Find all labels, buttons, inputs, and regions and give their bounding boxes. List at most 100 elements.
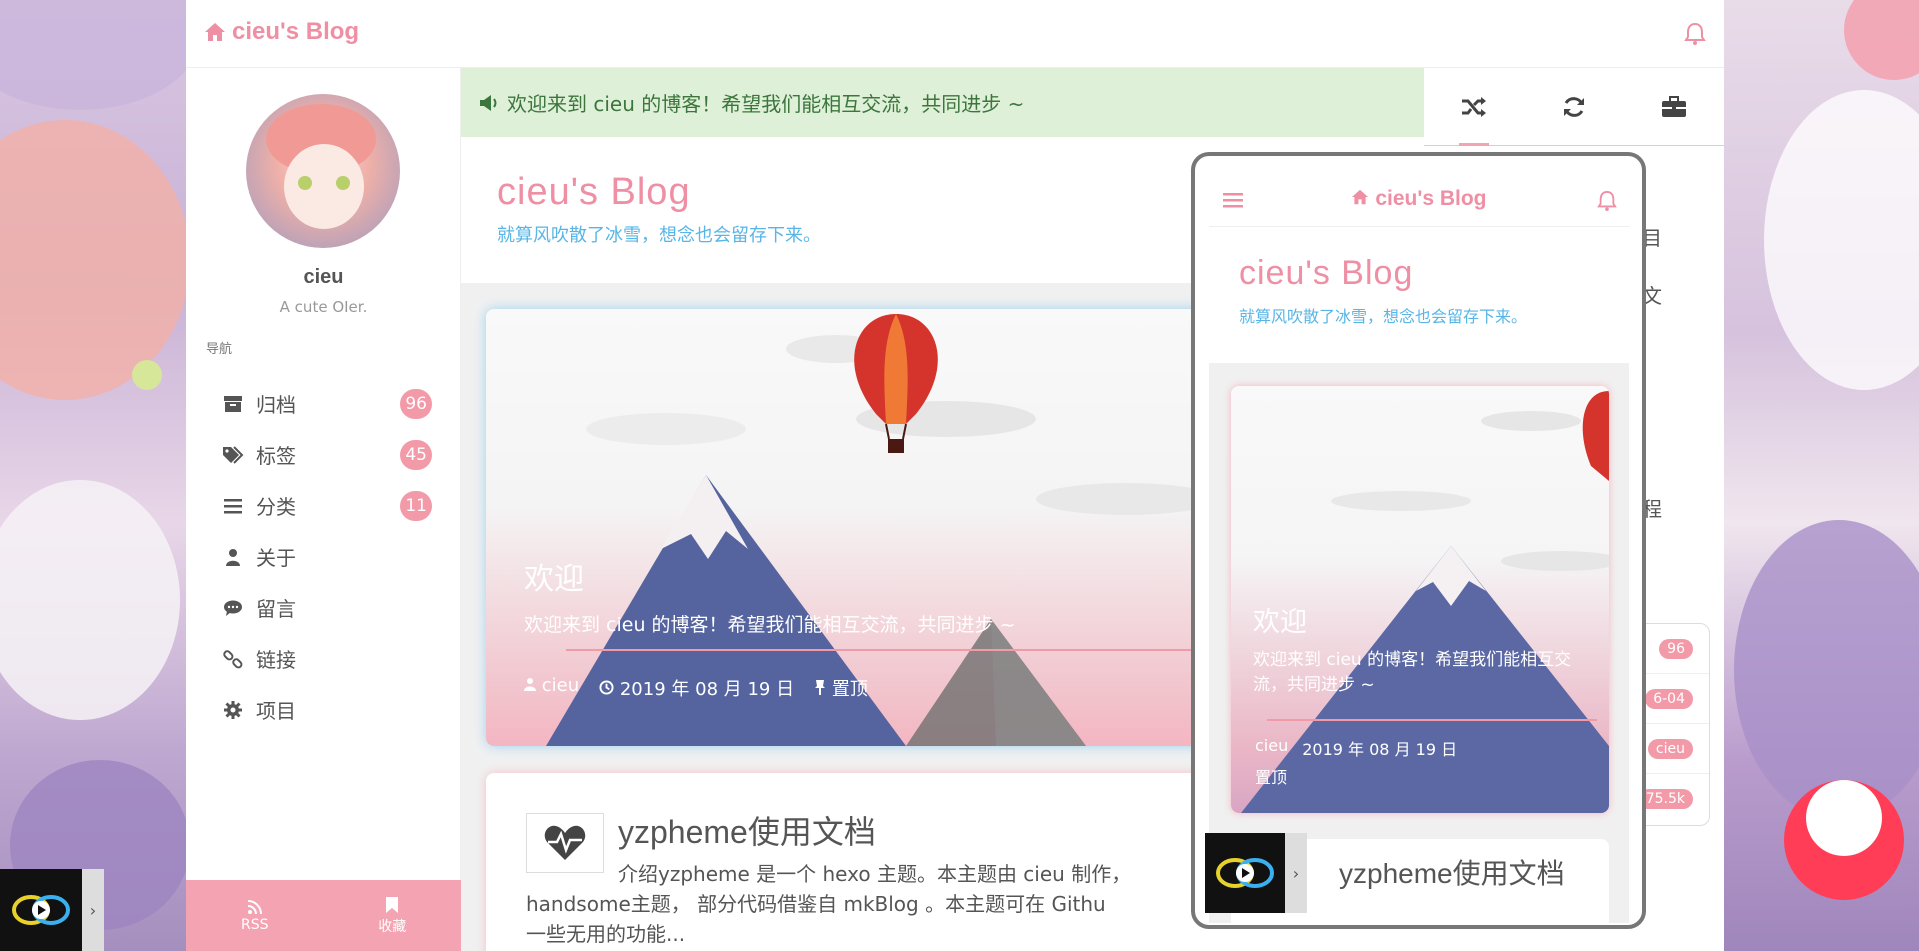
refresh-icon — [1564, 96, 1584, 117]
count-badge: 11 — [400, 490, 432, 521]
sidebar-item-categories[interactable]: 分类 11 — [222, 480, 432, 531]
archive-icon — [222, 393, 244, 415]
briefcase-icon — [1662, 95, 1686, 117]
author-name: cieu — [303, 266, 344, 288]
sidebar-item-links[interactable]: 链接 — [222, 633, 432, 684]
rss-label: RSS — [240, 916, 269, 933]
featured-post-title[interactable]: 欢迎 — [524, 554, 584, 598]
sidebar-item-label: 留言 — [256, 597, 296, 621]
mobile-post-author: cieu — [1255, 736, 1289, 755]
background-art-right — [1724, 0, 1919, 951]
mobile-preview-frame: cieu's Blog cieu's Blog 就算风吹散了冰雪，想念也会留存下… — [1191, 152, 1646, 929]
count-badge: 45 — [400, 439, 432, 470]
notice-bar: 欢迎来到 cieu 的博客！希望我们能相互交流，共同进步 ~ — [461, 68, 1424, 137]
sidebar-item-label: 归档 — [256, 393, 296, 417]
avatar[interactable] — [246, 94, 400, 248]
stat-value: 96 — [1659, 638, 1693, 659]
sidebar-item-tags[interactable]: 标签 45 — [222, 429, 432, 480]
right-sidebar-tabs — [1424, 68, 1724, 146]
post-author: cieu — [541, 675, 580, 696]
count-badge: 96 — [400, 388, 432, 419]
blog-subtitle: 就算风吹散了冰雪，想念也会留存下来。 — [497, 225, 821, 246]
post-pinned: 置顶 — [831, 679, 868, 700]
sidebar-item-projects[interactable]: 项目 — [222, 684, 432, 735]
shuffle-icon — [1462, 96, 1486, 117]
divider — [1267, 719, 1597, 721]
mobile-blog-header: cieu's Blog 就算风吹散了冰雪，想念也会留存下来。 — [1209, 228, 1629, 363]
excerpt-line-3: 一些无用的功能... — [526, 922, 686, 946]
home-icon — [205, 23, 225, 41]
stat-value: cieu — [1647, 738, 1693, 759]
date-meta: 2019 年 08 月 19 日 — [599, 675, 794, 701]
post-title[interactable]: yzpheme使用文档 — [618, 807, 876, 853]
brand-link[interactable]: cieu's Blog — [204, 18, 359, 46]
bookmark-icon — [386, 896, 399, 913]
blog-title: cieu's Blog — [497, 171, 691, 213]
featured-post-excerpt: 欢迎来到 cieu 的博客！希望我们能相互交流，共同进步 ~ — [524, 614, 1016, 636]
notification-bell-icon[interactable] — [1597, 190, 1617, 212]
sidebar-item-label: 项目 — [256, 699, 296, 723]
home-icon — [1352, 189, 1369, 205]
sidebar-item-archive[interactable]: 归档 96 — [222, 378, 432, 429]
music-player-thumbnail[interactable] — [0, 869, 82, 951]
author-meta: cieu — [524, 675, 579, 701]
featured-post-meta: cieu 2019 年 08 月 19 日 置顶 — [524, 675, 868, 701]
music-player-toggle[interactable]: › — [82, 869, 104, 951]
sidebar-item-guestbook[interactable]: 留言 — [222, 582, 432, 633]
stat-value: 75.5k — [1637, 789, 1693, 809]
play-icon — [12, 895, 70, 925]
rss-button[interactable]: RSS — [186, 880, 324, 951]
mobile-post-pinned: 置顶 — [1255, 768, 1288, 787]
nav-section-label: 导航 — [206, 342, 233, 357]
pinned-meta: 置顶 — [814, 675, 868, 701]
megaphone-icon — [480, 94, 497, 111]
post-excerpt: 介绍yzpheme 是一个 hexo 主题。本主题由 cieu 制作， hands… — [526, 859, 1216, 949]
bookmark-label: 收藏 — [378, 918, 407, 935]
sidebar-footer: RSS 收藏 — [186, 880, 461, 951]
brand-title: cieu's Blog — [232, 18, 360, 45]
tags-icon — [222, 444, 244, 466]
link-icon — [222, 648, 244, 670]
post-date: 2019 年 08 月 19 日 — [619, 679, 795, 700]
mobile-post-title[interactable]: 欢迎 — [1253, 600, 1307, 639]
author-motto: A cute OIer. — [279, 298, 368, 316]
clock-icon — [599, 680, 614, 695]
notice-text: 欢迎来到 cieu 的博客！希望我们能相互交流，共同进步 ~ — [507, 92, 1025, 116]
mobile-brand-title: cieu's Blog — [1375, 187, 1487, 210]
mobile-header: cieu's Blog — [1209, 172, 1629, 227]
gear-icon — [222, 699, 244, 721]
tab-refresh[interactable] — [1524, 68, 1624, 145]
sidebar-item-label: 标签 — [256, 444, 296, 468]
mobile-brand[interactable]: cieu's Blog — [1209, 187, 1629, 211]
left-sidebar: cieu A cute OIer. 导航 归档 96 标签 45 分类 11 关… — [186, 68, 461, 951]
excerpt-line-2: handsome主题， 部分代码借鉴自 mkBlog 。本主题可在 Githu — [526, 892, 1106, 916]
sidebar-nav: 归档 96 标签 45 分类 11 关于 留言 链接 项目 — [222, 378, 432, 735]
mobile-post2-title[interactable]: yzpheme使用文档 — [1339, 859, 1599, 889]
sidebar-item-label: 关于 — [256, 546, 296, 570]
rss-icon — [247, 899, 262, 914]
mobile-featured-post-card[interactable]: 欢迎 欢迎来到 cieu 的博客！希望我们能相互交流，共同进步 ~ cieu 2… — [1231, 386, 1609, 813]
pin-icon — [815, 680, 826, 695]
background-art-left — [0, 0, 186, 951]
heartbeat-icon — [544, 825, 586, 860]
list-icon — [222, 495, 244, 517]
excerpt-line-1: 介绍yzpheme 是一个 hexo 主题。本主题由 cieu 制作， — [618, 862, 1132, 886]
bookmark-button[interactable]: 收藏 — [324, 880, 462, 951]
mobile-blog-subtitle: 就算风吹散了冰雪，想念也会留存下来。 — [1239, 307, 1528, 326]
stat-value: 6-04 — [1645, 688, 1693, 709]
notification-bell-icon[interactable] — [1684, 22, 1706, 50]
mobile-post-excerpt: 欢迎来到 cieu 的博客！希望我们能相互交流，共同进步 ~ — [1253, 650, 1572, 695]
user-icon — [222, 546, 244, 568]
mobile-post-meta: cieu 2019 年 08 月 19 日 — [1255, 736, 1457, 760]
music-player-toggle[interactable]: › — [1285, 833, 1307, 913]
tab-briefcase[interactable] — [1624, 68, 1724, 145]
tab-random[interactable] — [1424, 68, 1524, 146]
music-player-thumbnail[interactable] — [1205, 833, 1285, 913]
mobile-post-date: 2019 年 08 月 19 日 — [1302, 740, 1458, 759]
sidebar-item-label: 链接 — [256, 648, 296, 672]
user-icon — [524, 678, 536, 691]
top-header: cieu's Blog — [186, 0, 1724, 68]
comment-icon — [222, 597, 244, 619]
sidebar-item-about[interactable]: 关于 — [222, 531, 432, 582]
mobile-blog-title: cieu's Blog — [1239, 254, 1414, 292]
